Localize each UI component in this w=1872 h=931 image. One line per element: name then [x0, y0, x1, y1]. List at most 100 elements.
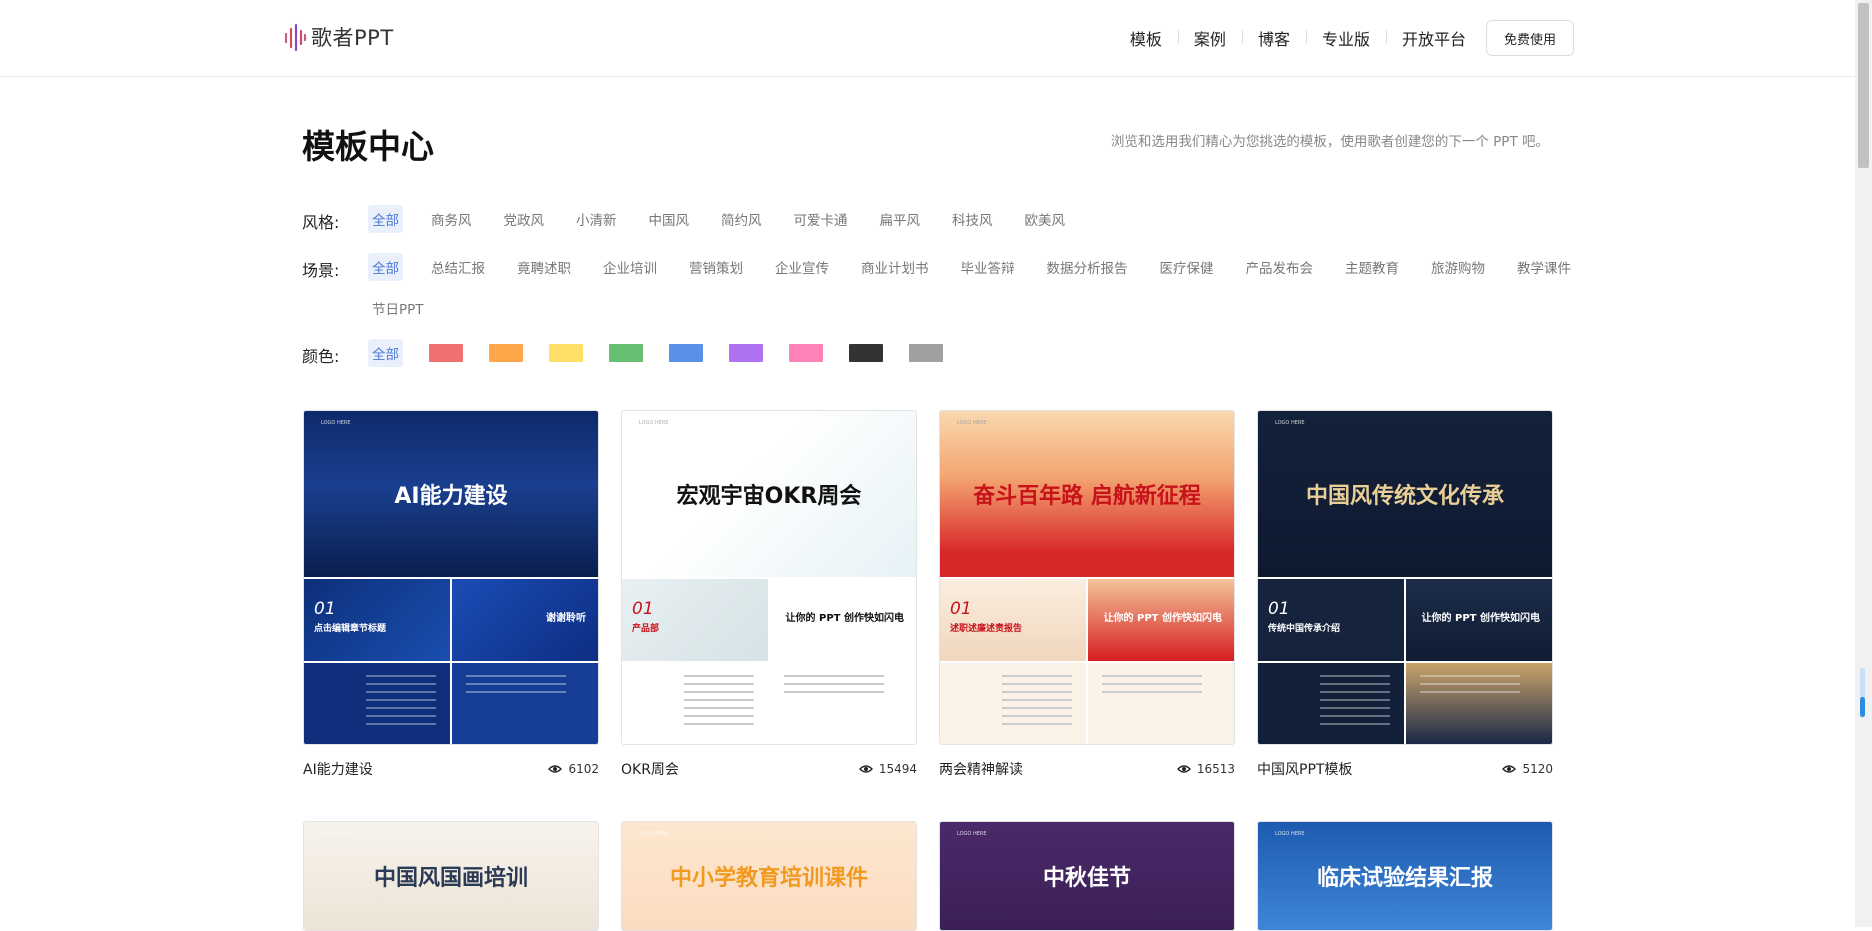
- scene-option[interactable]: 总结汇报: [427, 253, 489, 281]
- template-card[interactable]: LOGO HERE 临床试验结果汇报: [1257, 821, 1553, 931]
- free-use-button[interactable]: 免费使用: [1485, 20, 1574, 56]
- scene-option[interactable]: 企业培训: [599, 253, 661, 281]
- template-thumbnail[interactable]: LOGO HERE 中国风国画培训: [303, 821, 599, 931]
- nav-open-platform[interactable]: 开放平台: [1385, 26, 1482, 50]
- template-cover: LOGO HERE 临床试验结果汇报: [1258, 822, 1552, 930]
- style-option[interactable]: 商务风: [427, 205, 476, 233]
- template-name[interactable]: OKR周会: [621, 759, 679, 779]
- card-meta: OKR周会 15494: [621, 759, 917, 779]
- eye-icon: [548, 764, 563, 774]
- template-card[interactable]: LOGO HERE 中秋佳节: [939, 821, 1235, 931]
- scene-option[interactable]: 旅游购物: [1427, 253, 1489, 281]
- slide-preview: 让你的 PPT 创作快如闪电: [1406, 579, 1552, 661]
- nav-blog[interactable]: 博客: [1241, 26, 1306, 50]
- color-swatch[interactable]: [789, 344, 823, 362]
- color-swatch[interactable]: [429, 344, 463, 362]
- cover-logo-tag: LOGO HERE: [957, 420, 987, 426]
- scene-option[interactable]: 营销策划: [685, 253, 747, 281]
- logo-text: 歌者PPT: [311, 26, 394, 50]
- nav-cases[interactable]: 案例: [1177, 26, 1242, 50]
- scrollbar-thumb[interactable]: [1858, 3, 1869, 168]
- template-card[interactable]: LOGO HERE 中国风国画培训: [303, 821, 599, 931]
- scene-option[interactable]: 教学课件: [1513, 253, 1575, 281]
- color-option-all[interactable]: 全部: [368, 339, 403, 367]
- slide-lines: [366, 675, 436, 731]
- template-card[interactable]: LOGO HERE 奋斗百年路 启航新征程 01 述职述廉述责报告 让你的 PP…: [939, 410, 1235, 779]
- slide-row: 01 述职述廉述责报告 让你的 PPT 创作快如闪电: [940, 579, 1234, 661]
- template-cover: LOGO HERE 中秋佳节: [940, 822, 1234, 930]
- slide-preview: 01 点击编辑章节标题: [304, 579, 450, 661]
- scene-option[interactable]: 节日PPT: [368, 294, 428, 322]
- template-name[interactable]: 中国风PPT模板: [1257, 759, 1352, 779]
- style-filter-label: 风格:: [302, 213, 340, 232]
- template-cover: LOGO HERE AI能力建设: [304, 411, 598, 577]
- style-option[interactable]: 简约风: [717, 205, 766, 233]
- style-option[interactable]: 可爱卡通: [790, 205, 852, 233]
- slide-row: [304, 663, 598, 744]
- slide-text: 谢谢聆听: [546, 613, 586, 624]
- slide-row: 01 点击编辑章节标题 谢谢聆听: [304, 579, 598, 661]
- scene-option[interactable]: 数据分析报告: [1043, 253, 1132, 281]
- cover-title: 宏观宇宙OKR周会: [676, 484, 862, 509]
- scene-option[interactable]: 毕业答辩: [957, 253, 1019, 281]
- style-option[interactable]: 全部: [368, 205, 403, 233]
- slide-subtitle: 点击编辑章节标题: [314, 624, 387, 634]
- cover-logo-tag: LOGO HERE: [321, 420, 351, 426]
- color-swatch[interactable]: [729, 344, 763, 362]
- nav-pro[interactable]: 专业版: [1305, 26, 1386, 50]
- cover-logo-tag: LOGO HERE: [639, 831, 669, 837]
- template-name[interactable]: AI能力建设: [303, 759, 373, 779]
- slide-lines: [1102, 675, 1202, 699]
- style-option[interactable]: 欧美风: [1021, 205, 1070, 233]
- template-thumbnail[interactable]: LOGO HERE AI能力建设 01 点击编辑章节标题 谢谢聆听: [303, 410, 599, 745]
- slide-preview: [770, 663, 916, 744]
- cover-title: 中国风国画培训: [373, 866, 528, 891]
- template-card[interactable]: LOGO HERE AI能力建设 01 点击编辑章节标题 谢谢聆听 AI能力建设: [303, 410, 599, 779]
- page-subtitle: 浏览和选用我们精心为您挑选的模板，使用歌者创建您的下一个 PPT 吧。: [1110, 134, 1549, 150]
- cover-title: 中国风传统文化传承: [1305, 484, 1504, 509]
- color-filter: 颜色: 全部: [302, 339, 1618, 367]
- color-swatch[interactable]: [909, 344, 943, 362]
- scene-option[interactable]: 全部: [368, 253, 403, 281]
- template-thumbnail[interactable]: LOGO HERE 临床试验结果汇报: [1257, 821, 1553, 931]
- style-option[interactable]: 党政风: [500, 205, 549, 233]
- scene-option[interactable]: 主题教育: [1341, 253, 1403, 281]
- template-thumbnail[interactable]: LOGO HERE 中小学教育培训课件: [621, 821, 917, 931]
- template-thumbnail[interactable]: LOGO HERE 宏观宇宙OKR周会 01 产品部 让你的 PPT 创作快如闪…: [621, 410, 917, 745]
- scene-option[interactable]: 产品发布会: [1242, 253, 1318, 281]
- card-meta: 中国风PPT模板 5120: [1257, 759, 1553, 779]
- template-card[interactable]: LOGO HERE 中小学教育培训课件: [621, 821, 917, 931]
- cover-logo-tag: LOGO HERE: [1275, 831, 1305, 837]
- slide-text: 让你的 PPT 创作快如闪电: [785, 613, 904, 624]
- color-swatch[interactable]: [489, 344, 523, 362]
- style-option[interactable]: 中国风: [645, 205, 694, 233]
- color-swatch[interactable]: [849, 344, 883, 362]
- template-thumbnail[interactable]: LOGO HERE 中国风传统文化传承 01 传统中国传承介绍 让你的 PPT …: [1257, 410, 1553, 745]
- template-name[interactable]: 两会精神解读: [939, 759, 1023, 779]
- color-swatch[interactable]: [549, 344, 583, 362]
- scene-option[interactable]: 竟聘述职: [513, 253, 575, 281]
- card-meta: 两会精神解读 16513: [939, 759, 1235, 779]
- slide-preview: 让你的 PPT 创作快如闪电: [1088, 579, 1234, 661]
- color-swatch[interactable]: [609, 344, 643, 362]
- template-card[interactable]: LOGO HERE 中国风传统文化传承 01 传统中国传承介绍 让你的 PPT …: [1257, 410, 1553, 779]
- scene-option[interactable]: 医疗保健: [1156, 253, 1218, 281]
- scrollbar[interactable]: [1855, 0, 1872, 927]
- style-option[interactable]: 小清新: [572, 205, 621, 233]
- slide-preview: [1258, 663, 1404, 744]
- style-option[interactable]: 扁平风: [876, 205, 925, 233]
- color-swatch[interactable]: [669, 344, 703, 362]
- view-count: 5120: [1502, 762, 1553, 776]
- scene-option[interactable]: 企业宣传: [771, 253, 833, 281]
- nav-templates[interactable]: 模板: [1114, 26, 1178, 50]
- cover-title: 奋斗百年路 启航新征程: [973, 484, 1201, 509]
- template-thumbnail[interactable]: LOGO HERE 中秋佳节: [939, 821, 1235, 931]
- scene-option[interactable]: 商业计划书: [857, 253, 933, 281]
- slide-row: 01 产品部 让你的 PPT 创作快如闪电: [622, 579, 916, 661]
- cover-logo-tag: LOGO HERE: [321, 831, 351, 837]
- slide-preview: [622, 663, 768, 744]
- style-option[interactable]: 科技风: [948, 205, 997, 233]
- logo[interactable]: 歌者PPT: [283, 22, 394, 52]
- template-thumbnail[interactable]: LOGO HERE 奋斗百年路 启航新征程 01 述职述廉述责报告 让你的 PP…: [939, 410, 1235, 745]
- template-card[interactable]: LOGO HERE 宏观宇宙OKR周会 01 产品部 让你的 PPT 创作快如闪…: [621, 410, 917, 779]
